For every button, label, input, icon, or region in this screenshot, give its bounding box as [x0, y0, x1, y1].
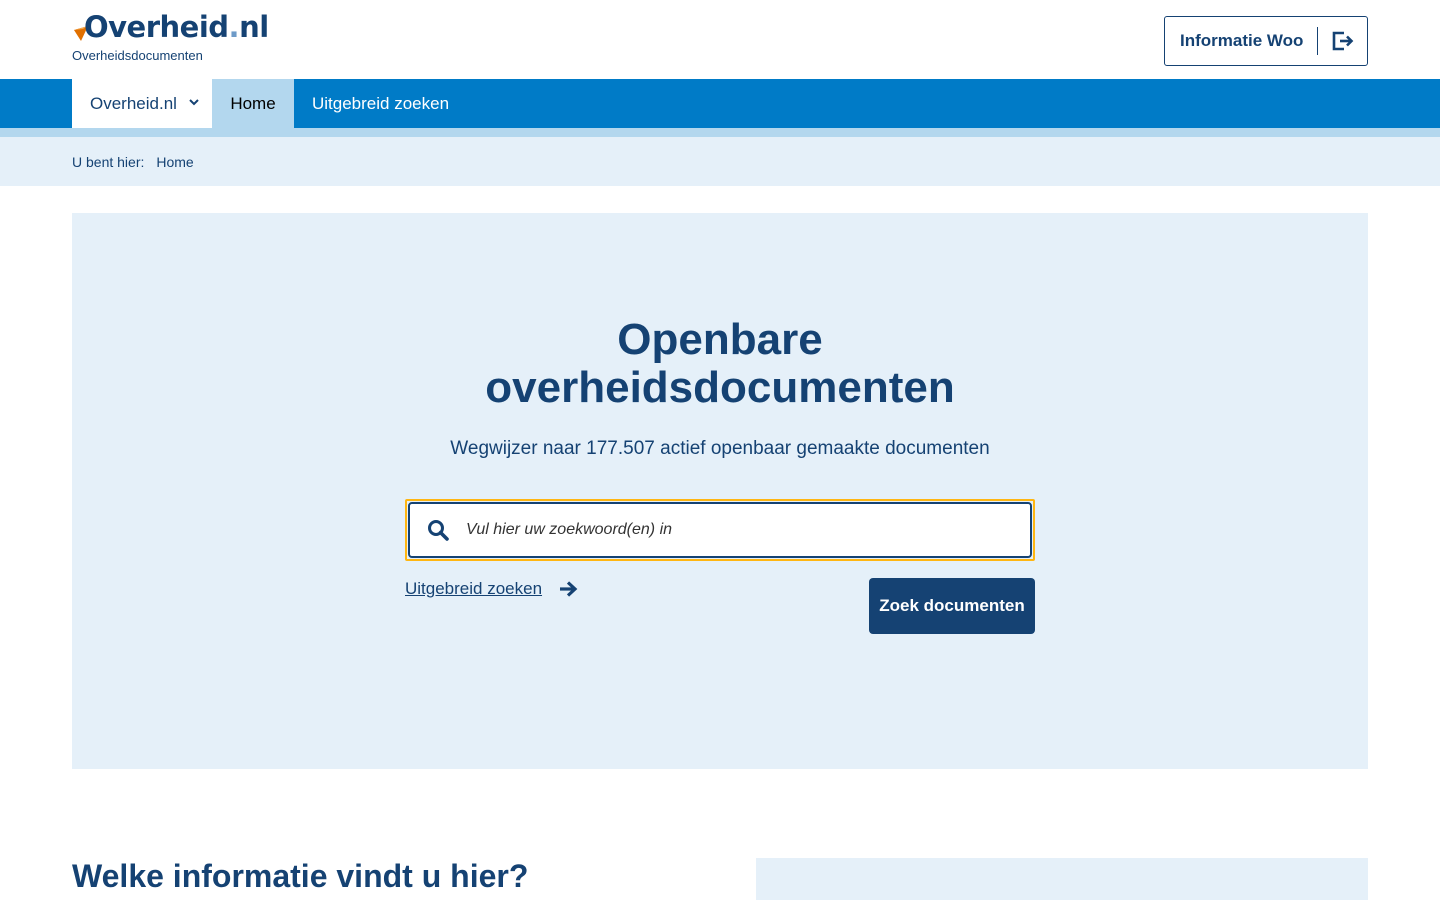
- nav-item-home[interactable]: Home: [212, 79, 294, 128]
- breadcrumb-home[interactable]: Home: [156, 154, 193, 170]
- section-title: Welke informatie vindt u hier?: [72, 858, 529, 894]
- search-focus-ring: [405, 499, 1035, 561]
- hero-subtitle: Wegwijzer naar 177.507 actief openbaar g…: [450, 438, 990, 459]
- site-header: Overheid.nl Overheidsdocumenten Informat…: [0, 0, 1440, 79]
- main-navigation: Overheid.nl Home Uitgebreid zoeken: [0, 79, 1440, 128]
- nav-accent-strip: [0, 128, 1440, 137]
- nav-dropdown-overheid[interactable]: Overheid.nl: [72, 79, 212, 128]
- search-field[interactable]: [408, 502, 1032, 558]
- logo-subtitle: Overheidsdocumenten: [72, 48, 203, 63]
- title-line-2: overheidsdocumenten: [485, 363, 955, 412]
- breadcrumb-bar: U bent hier: Home: [0, 137, 1440, 186]
- arrow-right-icon: [560, 581, 578, 597]
- logo-text: Overheid.nl: [84, 10, 269, 44]
- search-icon: [410, 519, 466, 541]
- hero-search-panel: Openbare overheidsdocumenten Wegwijzer n…: [72, 213, 1368, 769]
- search-submit-button[interactable]: Zoek documenten: [869, 578, 1035, 634]
- informatie-woo-label: Informatie Woo: [1180, 31, 1304, 50]
- logo-wordmark: Overheid.nl: [72, 10, 269, 44]
- page-title: Openbare overheidsdocumenten: [72, 316, 1368, 412]
- informatie-woo-button[interactable]: Informatie Woo: [1164, 16, 1368, 66]
- advanced-search-link[interactable]: Uitgebreid zoeken: [405, 579, 578, 599]
- side-info-panel: [756, 858, 1368, 900]
- title-line-1: Openbare: [617, 315, 823, 364]
- search-input[interactable]: [466, 504, 1030, 556]
- advanced-search-label: Uitgebreid zoeken: [405, 579, 543, 598]
- site-logo[interactable]: Overheid.nl Overheidsdocumenten: [72, 10, 269, 63]
- nav-item-uitgebreid-zoeken[interactable]: Uitgebreid zoeken: [294, 79, 467, 128]
- chevron-down-icon: [189, 99, 199, 106]
- breadcrumb: U bent hier: Home: [72, 154, 194, 170]
- logout-arrow-icon: [1318, 31, 1367, 51]
- breadcrumb-prefix: U bent hier:: [72, 154, 145, 170]
- nav-dropdown-label: Overheid.nl: [90, 93, 177, 113]
